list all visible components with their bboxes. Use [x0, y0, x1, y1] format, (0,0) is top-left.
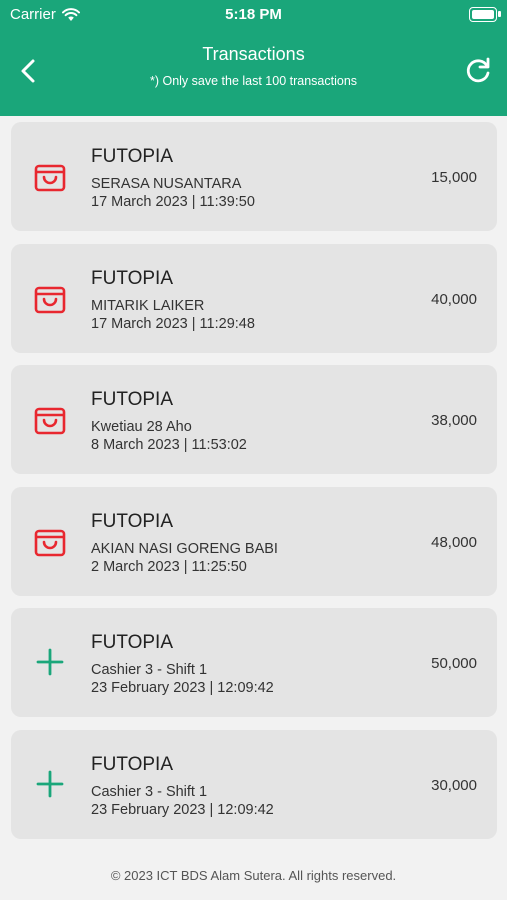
- transaction-card[interactable]: FUTOPIA SERASA NUSANTARA 17 March 2023 |…: [11, 122, 497, 231]
- merchant-name: FUTOPIA: [91, 389, 173, 411]
- transaction-amount: 50,000: [431, 655, 477, 673]
- transaction-description: MITARIK LAIKER: [91, 297, 205, 314]
- transaction-card[interactable]: FUTOPIA Cashier 3 - Shift 1 23 February …: [11, 608, 497, 718]
- page-subtitle: *) Only save the last 100 transactions: [149, 74, 358, 88]
- transaction-datetime: 23 February 2023 | 12:09:42: [91, 801, 274, 818]
- transaction-description: AKIAN NASI GORENG BABI: [91, 540, 278, 557]
- transaction-datetime: 8 March 2023 | 11:53:02: [91, 437, 247, 454]
- merchant-name: FUTOPIA: [91, 146, 173, 167]
- shopping-bag-icon: [34, 407, 66, 435]
- transaction-amount: 15,000: [431, 169, 477, 186]
- transaction-datetime: 17 March 2023 | 11:39:50: [91, 194, 255, 210]
- transaction-datetime: 23 February 2023 | 12:09:42: [91, 680, 274, 697]
- refresh-icon: [466, 57, 490, 83]
- refresh-button[interactable]: [463, 56, 493, 86]
- transaction-amount: 48,000: [431, 533, 477, 551]
- copyright-footer: © 2023 ICT BDS Alam Sutera. All rights r…: [110, 868, 397, 883]
- transaction-description: Cashier 3 - Shift 1: [91, 783, 208, 800]
- transaction-amount: 40,000: [431, 290, 477, 308]
- page-title: Transactions: [202, 44, 305, 64]
- transaction-card[interactable]: FUTOPIA MITARIK LAIKER 17 March 2023 | 1…: [11, 243, 497, 353]
- transaction-card[interactable]: FUTOPIA Cashier 3 - Shift 1 23 February …: [11, 729, 497, 839]
- transaction-description: Cashier 3 - Shift 1: [91, 662, 208, 679]
- transaction-amount: 30,000: [431, 776, 477, 794]
- transaction-card[interactable]: FUTOPIA Kwetiau 28 Aho 8 March 2023 | 11…: [11, 365, 497, 475]
- shopping-bag-icon: [34, 529, 66, 557]
- battery-icon: [469, 7, 501, 22]
- shopping-bag-icon: [34, 164, 66, 192]
- transaction-list: FUTOPIA SERASA NUSANTARA 17 March 2023 |…: [11, 122, 497, 852]
- header-bar: Carrier 5:18 PM Transactions *) Only sav…: [0, 0, 507, 116]
- transaction-datetime: 17 March 2023 | 11:29:48: [91, 315, 255, 332]
- transaction-datetime: 2 March 2023 | 11:25:50: [91, 558, 247, 575]
- transaction-amount: 38,000: [431, 412, 477, 430]
- plus-icon: [36, 648, 64, 676]
- status-time: 5:18 PM: [225, 6, 282, 23]
- plus-icon: [36, 770, 64, 798]
- transaction-card[interactable]: FUTOPIA AKIAN NASI GORENG BABI 2 March 2…: [11, 486, 497, 596]
- merchant-name: FUTOPIA: [91, 753, 173, 775]
- status-bar: Carrier 5:18 PM: [0, 0, 507, 28]
- shopping-bag-icon: [34, 286, 66, 313]
- transaction-description: Kwetiau 28 Aho: [91, 419, 192, 436]
- merchant-name: FUTOPIA: [91, 267, 173, 289]
- transaction-description: SERASA NUSANTARA: [91, 176, 242, 192]
- merchant-name: FUTOPIA: [91, 510, 173, 532]
- merchant-name: FUTOPIA: [91, 632, 173, 654]
